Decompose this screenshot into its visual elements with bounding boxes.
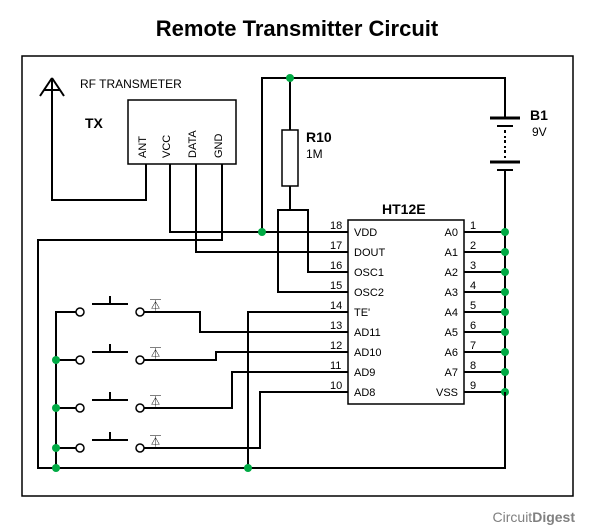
- svg-text:8: 8: [470, 360, 476, 372]
- watermark: CircuitDigest: [493, 509, 576, 525]
- svg-text:16: 16: [330, 260, 342, 272]
- battery-icon: [490, 90, 520, 196]
- battery-ref: B1: [530, 107, 548, 123]
- svg-text:A0: A0: [445, 227, 458, 239]
- svg-text:15: 15: [330, 280, 342, 292]
- svg-text:9: 9: [470, 380, 476, 392]
- wire-switch-gnd: [52, 312, 76, 472]
- svg-text:AD10: AD10: [354, 347, 382, 359]
- svg-text:4: 4: [470, 280, 476, 292]
- svg-text:5: 5: [470, 300, 476, 312]
- svg-text:A5: A5: [445, 327, 458, 339]
- svg-text:14: 14: [330, 300, 342, 312]
- svg-text:12: 12: [330, 340, 342, 352]
- tx-pin-labels: ANT VCC DATA GND: [137, 130, 225, 158]
- svg-text:VDD: VDD: [354, 227, 377, 239]
- ic-left-names: VDD DOUT OSC1 OSC2 TE' AD11 AD10 AD9 AD8: [354, 227, 385, 399]
- svg-text:A6: A6: [445, 347, 458, 359]
- ic-right-names: A0 A1 A2 A3 A4 A5 A6 A7 VSS: [436, 227, 458, 399]
- resistor-value: 1M: [306, 147, 323, 161]
- svg-text:A1: A1: [445, 247, 458, 259]
- svg-text:A3: A3: [445, 287, 458, 299]
- tx-caption: RF TRANSMETER: [80, 77, 182, 91]
- svg-text:GND: GND: [213, 134, 225, 159]
- svg-text:DOUT: DOUT: [354, 247, 385, 259]
- svg-text:AD8: AD8: [354, 387, 375, 399]
- svg-text:DATA: DATA: [187, 130, 199, 158]
- svg-text:VCC: VCC: [161, 135, 173, 158]
- svg-text:TE': TE': [354, 307, 370, 319]
- ic-right-pins: 1 2 3 4 5 6 7 8 9: [464, 220, 484, 392]
- svg-text:⏄: ⏄: [150, 394, 161, 408]
- svg-text:11: 11: [330, 360, 341, 372]
- svg-text:3: 3: [470, 260, 476, 272]
- wire-antenna: [52, 140, 146, 200]
- tx-label: TX: [85, 115, 104, 131]
- svg-text:VSS: VSS: [436, 387, 458, 399]
- tx-pin-stubs: [146, 164, 222, 188]
- svg-text:6: 6: [470, 320, 476, 332]
- svg-text:AD9: AD9: [354, 367, 375, 379]
- svg-text:2: 2: [470, 240, 476, 252]
- ic-left-pins: 18 17 16 15 14 13 12 11 10: [328, 220, 348, 392]
- svg-text:AD11: AD11: [354, 327, 381, 339]
- svg-text:13: 13: [330, 320, 342, 332]
- svg-text:10: 10: [330, 380, 342, 392]
- svg-text:18: 18: [330, 220, 342, 232]
- svg-text:17: 17: [330, 240, 342, 252]
- resistor-ref: R10: [306, 129, 332, 145]
- svg-text:⏄: ⏄: [150, 434, 161, 448]
- svg-text:A7: A7: [445, 367, 458, 379]
- ic-ref: HT12E: [382, 201, 426, 217]
- circuit-frame: [22, 56, 573, 496]
- svg-text:⏄: ⏄: [150, 346, 161, 360]
- svg-text:OSC1: OSC1: [354, 267, 384, 279]
- svg-text:A2: A2: [445, 267, 458, 279]
- wire-switch-ad: [144, 312, 328, 448]
- svg-text:1: 1: [470, 220, 476, 232]
- resistor-r10: [282, 110, 298, 210]
- svg-text:⏄: ⏄: [150, 298, 161, 312]
- svg-text:ANT: ANT: [137, 136, 149, 158]
- svg-text:7: 7: [470, 340, 476, 352]
- svg-text:OSC2: OSC2: [354, 287, 384, 299]
- battery-value: 9V: [532, 125, 547, 139]
- page-title: Remote Transmitter Circuit: [156, 16, 439, 41]
- svg-text:A4: A4: [445, 307, 458, 319]
- antenna-icon: [40, 78, 64, 140]
- wire-gnd-bus: [38, 188, 509, 472]
